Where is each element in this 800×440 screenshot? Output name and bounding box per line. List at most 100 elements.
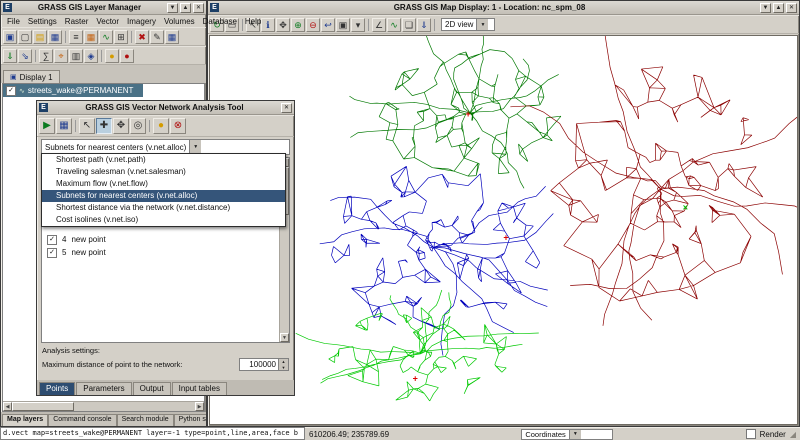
save-display-icon[interactable]: ⇓: [417, 18, 431, 32]
bottom-bar: d.vect map=streets_wake@PERMANENT layer=…: [0, 427, 800, 440]
option-vnet-salesman[interactable]: Traveling salesman (v.net.salesman): [42, 166, 285, 178]
edit-vector-icon[interactable]: ✎: [150, 30, 164, 44]
dialog-titlebar[interactable]: E GRASS GIS Vector Network Analysis Tool…: [37, 101, 294, 115]
tab-command-console[interactable]: Command console: [48, 414, 116, 426]
settings-icon[interactable]: ●: [105, 49, 119, 63]
menu-database[interactable]: Database: [199, 17, 241, 26]
menu-settings[interactable]: Settings: [24, 17, 61, 26]
minimize-button[interactable]: ▼: [167, 3, 178, 13]
close-button[interactable]: ✕: [786, 3, 797, 13]
measure-icon[interactable]: ∠: [372, 18, 386, 32]
scroll-track[interactable]: [74, 402, 195, 411]
view-mode-select[interactable]: 2D view ▼: [441, 18, 495, 31]
point-checkbox[interactable]: ✓: [47, 235, 57, 245]
add-point-tool-icon[interactable]: ✚: [96, 118, 112, 134]
point-row[interactable]: ✓ 5 new point: [42, 246, 289, 259]
attribute-table-icon[interactable]: ▦: [165, 30, 179, 44]
option-vnet-path[interactable]: Shortest path (v.net.path): [42, 154, 285, 166]
map-canvas[interactable]: ++×+: [209, 35, 798, 425]
scroll-right-icon[interactable]: ▶: [195, 402, 204, 411]
layer-label: streets_wake@PERMANENT: [28, 86, 133, 95]
tab-display-1[interactable]: ▣ Display 1: [3, 70, 60, 83]
new-workspace-icon[interactable]: ▢: [18, 30, 32, 44]
save-workspace-icon[interactable]: ▦: [48, 30, 62, 44]
maximize-button[interactable]: ▲: [773, 3, 784, 13]
maximize-button[interactable]: ▲: [180, 3, 191, 13]
option-vnet-flow[interactable]: Maximum flow (v.net.flow): [42, 178, 285, 190]
print-composer-icon[interactable]: ▥: [69, 49, 83, 63]
coordinate-display: 610206.49; 235789.69: [309, 430, 389, 439]
quit-tool-icon[interactable]: ⊗: [170, 118, 186, 134]
point-label: new point: [71, 235, 105, 244]
point-checkbox[interactable]: ✓: [47, 248, 57, 258]
graphical-modeler-icon[interactable]: ◈: [84, 49, 98, 63]
settings-icon[interactable]: ●: [153, 118, 169, 134]
option-vnet-alloc[interactable]: Subnets for nearest centers (v.net.alloc…: [42, 190, 285, 202]
layer-checkbox[interactable]: ✓: [6, 86, 16, 96]
tab-points[interactable]: Points: [39, 382, 75, 395]
help-icon[interactable]: ●: [120, 49, 134, 63]
tab-parameters[interactable]: Parameters: [76, 382, 131, 395]
pan-icon[interactable]: ✥: [276, 18, 290, 32]
option-vnet-iso[interactable]: Cost isolines (v.net.iso): [42, 214, 285, 226]
close-button[interactable]: ✕: [281, 103, 292, 113]
svg-text:+: +: [466, 109, 471, 119]
point-row[interactable]: ✓ 4 new point: [42, 233, 289, 246]
pointer-tool-icon[interactable]: ↖: [79, 118, 95, 134]
add-overlay-icon[interactable]: ❏: [402, 18, 416, 32]
stepper-down-icon[interactable]: ▼: [279, 365, 288, 371]
tab-output[interactable]: Output: [133, 382, 171, 395]
option-vnet-distance[interactable]: Shortest distance via the network (v.net…: [42, 202, 285, 214]
raster-calculator-icon[interactable]: ∑: [39, 49, 53, 63]
dialog-toolbar: ▶ ▦ ↖ ✚ ✥ ◎ ● ⊗: [37, 115, 294, 137]
import-raster-icon[interactable]: ⇓: [3, 49, 17, 63]
run-analysis-icon[interactable]: ▶: [39, 118, 55, 134]
add-raster-layer-icon[interactable]: ▦: [84, 30, 98, 44]
scroll-left-icon[interactable]: ◀: [3, 402, 12, 411]
manage-data-icon[interactable]: ▦: [56, 118, 72, 134]
layer-manager-titlebar[interactable]: E GRASS GIS Layer Manager ▼ ▲ ✕: [1, 1, 206, 15]
tab-search-module[interactable]: Search module: [117, 414, 174, 426]
stepper-arrows[interactable]: ▲ ▼: [278, 359, 288, 370]
add-multiple-layers-icon[interactable]: ≡: [69, 30, 83, 44]
georectifier-icon[interactable]: ⌖: [54, 49, 68, 63]
horizontal-scrollbar[interactable]: ◀ ▶: [3, 401, 204, 411]
add-layer-options-icon[interactable]: ⊞: [114, 30, 128, 44]
tab-python-shell[interactable]: Python shell: [174, 414, 206, 426]
menu-imagery[interactable]: Imagery: [123, 17, 160, 26]
tab-input-tables[interactable]: Input tables: [172, 382, 227, 395]
layer-row-streets-wake[interactable]: ✓ ∿ streets_wake@PERMANENT: [3, 84, 143, 97]
scroll-track[interactable]: [280, 215, 289, 333]
menu-file[interactable]: File: [3, 17, 24, 26]
remove-layer-icon[interactable]: ✖: [135, 30, 149, 44]
profile-icon[interactable]: ∿: [387, 18, 401, 32]
zoom-in-icon[interactable]: ⊕: [291, 18, 305, 32]
import-vector-icon[interactable]: ⇘: [18, 49, 32, 63]
scroll-down-icon[interactable]: ▼: [280, 333, 289, 342]
window-icon: E: [210, 3, 219, 12]
tab-map-layers[interactable]: Map layers: [2, 414, 48, 426]
menu-vector[interactable]: Vector: [92, 17, 123, 26]
resize-grip[interactable]: ◢: [790, 430, 796, 439]
map-display-titlebar[interactable]: E GRASS GIS Map Display: 1 - Location: n…: [208, 1, 799, 15]
render-checkbox[interactable]: [746, 429, 756, 439]
menu-volumes[interactable]: Volumes: [160, 17, 199, 26]
zoom-options-icon[interactable]: ▾: [351, 18, 365, 32]
scroll-thumb[interactable]: [12, 402, 74, 411]
open-workspace-icon[interactable]: ▤: [33, 30, 47, 44]
max-distance-stepper[interactable]: 100000 ▲ ▼: [239, 358, 289, 371]
menu-help[interactable]: Help: [241, 17, 265, 26]
close-button[interactable]: ✕: [193, 3, 204, 13]
new-display-icon[interactable]: ▣: [3, 30, 17, 44]
snapping-tool-icon[interactable]: ◎: [130, 118, 146, 134]
zoom-out-icon[interactable]: ⊖: [306, 18, 320, 32]
command-input[interactable]: d.vect map=streets_wake@PERMANENT layer=…: [0, 427, 305, 440]
move-point-tool-icon[interactable]: ✥: [113, 118, 129, 134]
menu-raster[interactable]: Raster: [61, 17, 93, 26]
zoom-extent-icon[interactable]: ▣: [336, 18, 350, 32]
add-vector-layer-icon[interactable]: ∿: [99, 30, 113, 44]
zoom-back-icon[interactable]: ↩: [321, 18, 335, 32]
statusbar-mode-select[interactable]: Coordinates ▼: [521, 429, 613, 440]
minimize-button[interactable]: ▼: [760, 3, 771, 13]
road-network-map[interactable]: ++×+: [210, 36, 797, 424]
